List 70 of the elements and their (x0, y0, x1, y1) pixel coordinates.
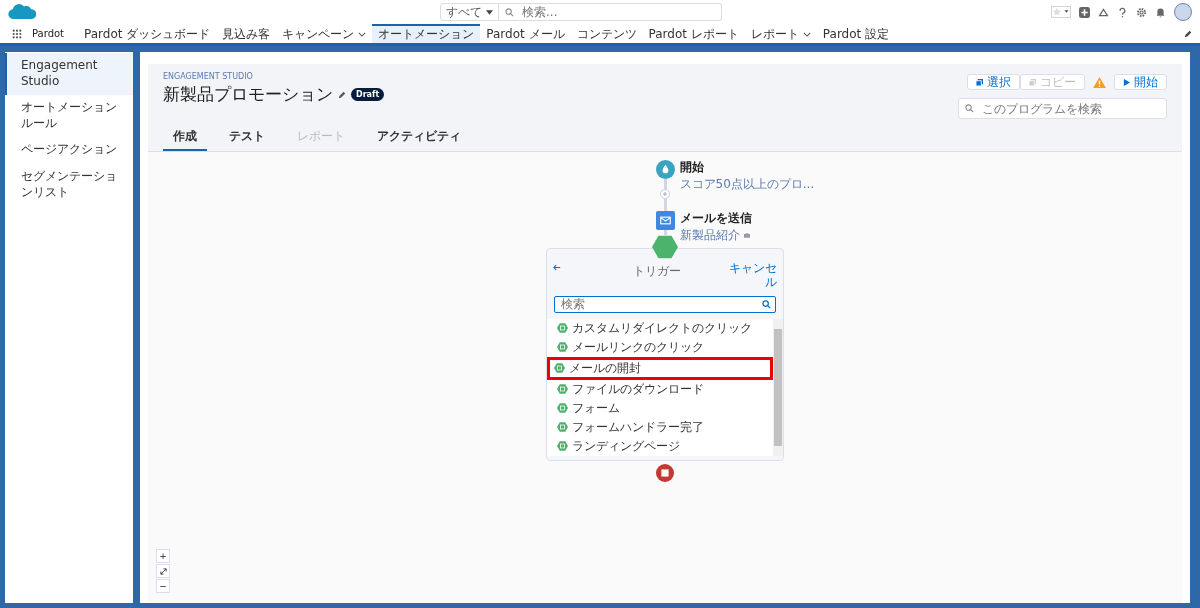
edit-pencil-icon[interactable] (1184, 29, 1192, 38)
sidebar-item[interactable]: ページアクション (5, 137, 133, 164)
status-badge: Draft (351, 88, 385, 101)
section-label: ENGAGEMENT STUDIO (163, 72, 254, 81)
node-subtitle: スコア50点以上のプロ... (679, 176, 815, 193)
nav-tab[interactable]: Pardot ダッシュボード (78, 24, 217, 43)
play-icon (1123, 78, 1130, 86)
scrollbar[interactable] (773, 318, 783, 456)
fit-arrows-icon (159, 567, 167, 575)
app-launcher-icon[interactable] (12, 28, 22, 39)
chevron-down-icon[interactable] (802, 32, 811, 37)
select-icon (976, 78, 983, 86)
trigger-option[interactable]: メールの開封 (547, 356, 773, 380)
trigger-option[interactable]: ファイルのダウンロード (547, 379, 773, 399)
zoom-out-button[interactable]: − (156, 579, 170, 593)
end-node-icon[interactable] (656, 463, 674, 482)
edit-pencil-icon[interactable] (338, 90, 346, 99)
nav-tab[interactable]: コンテンツ (570, 24, 643, 43)
app-name: Pardot (32, 28, 65, 39)
trigger-hexagon-icon (557, 323, 568, 334)
trigger-hexagon-icon (557, 403, 568, 414)
action-button[interactable]: 選択 (967, 74, 1020, 90)
panel-title: トリガー (632, 263, 682, 280)
cancel-link[interactable]: キャンセル (727, 261, 777, 290)
program-tab[interactable]: テスト (219, 125, 275, 151)
search-icon (762, 299, 771, 309)
chevron-down-icon[interactable] (358, 32, 367, 37)
trigger-hexagon-icon (557, 441, 568, 452)
dropdown-caret-icon (486, 9, 493, 15)
nav-tab[interactable]: 見込み客 (216, 24, 277, 43)
sidebar-item[interactable]: セグメンテーションリスト (5, 163, 133, 207)
zoom-in-button[interactable]: + (156, 549, 170, 563)
search-icon (505, 7, 514, 17)
copy-icon (1029, 78, 1036, 86)
search-icon (965, 104, 974, 113)
node-subtitle: 新製品紹介 (679, 227, 740, 244)
search-scope-dropdown[interactable]: すべて (440, 3, 499, 21)
program-tab[interactable]: アクティビティ (367, 125, 471, 151)
nav-tab[interactable]: レポート (744, 24, 817, 43)
trigger-hexagon-icon (554, 363, 565, 374)
nav-tab[interactable]: オートメーション (372, 24, 481, 43)
nav-tab[interactable]: Pardot 設定 (816, 24, 896, 43)
node-title: メールを送信 (679, 210, 752, 227)
email-node-icon[interactable] (655, 211, 675, 230)
settings-icon[interactable] (1136, 6, 1147, 18)
nav-tab[interactable]: Pardot レポート (642, 24, 745, 43)
notifications-bell-icon[interactable] (1155, 6, 1166, 18)
trigger-option[interactable]: カスタムリダイレクトのクリック (547, 318, 773, 338)
trigger-hexagon-icon (557, 384, 568, 395)
nav-tab[interactable]: キャンペーン (276, 24, 373, 43)
sidebar-item[interactable]: オートメーションルール (5, 95, 133, 138)
trigger-option[interactable]: ランディングページ (547, 436, 773, 456)
program-title: 新製品プロモーション (163, 83, 333, 106)
sidebar-item[interactable]: Engagement Studio (5, 53, 133, 96)
start-node-icon[interactable] (655, 160, 675, 179)
fit-view-button[interactable] (156, 564, 170, 578)
node-title: 開始 (679, 159, 705, 176)
trigger-hexagon-icon (557, 422, 568, 433)
user-avatar[interactable] (1174, 3, 1192, 21)
trigger-option[interactable]: メールリンクのクリック (547, 337, 773, 357)
trigger-hexagon-icon (557, 342, 568, 353)
trigger-option[interactable]: フォーム (547, 398, 773, 418)
action-button[interactable]: 開始 (1114, 74, 1167, 90)
plus-icon[interactable] (1079, 6, 1090, 18)
back-arrow-icon[interactable] (553, 264, 561, 271)
help-icon[interactable] (1117, 6, 1128, 18)
camera-icon (743, 233, 750, 238)
trigger-option[interactable]: フォームハンドラー完了 (547, 417, 773, 437)
nav-tab[interactable]: Pardot メール (480, 24, 571, 43)
cloud-logo-icon[interactable] (8, 2, 36, 22)
